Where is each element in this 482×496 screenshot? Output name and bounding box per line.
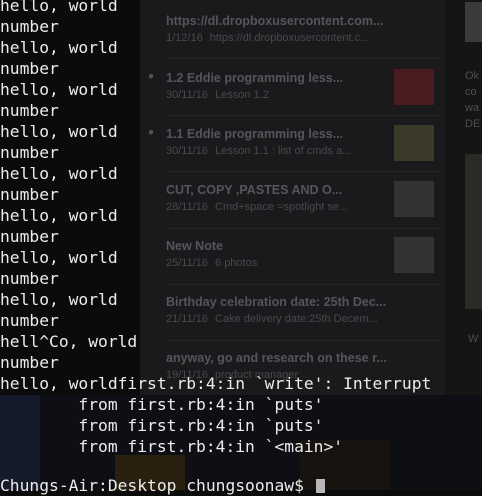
terminal-output-line: hello, world xyxy=(0,248,118,267)
terminal-output-line: hello, world xyxy=(0,206,118,225)
terminal-output-line: number xyxy=(0,269,59,288)
terminal-output-line: from first.rb:4:in `<main>' xyxy=(0,437,344,456)
terminal-output-line: hello, world xyxy=(0,290,118,309)
terminal-output-line: hello, world xyxy=(0,0,118,15)
terminal-output-line: hello, world xyxy=(0,38,118,57)
terminal-output-line: hello, worldfirst.rb:4:in `write': Inter… xyxy=(0,374,432,393)
terminal-output-line: hell^Co, world xyxy=(0,332,138,351)
terminal-output-line: from first.rb:4:in `puts' xyxy=(0,395,324,414)
terminal-prompt-line[interactable]: Chungs-Air:Desktop chungsoonaw$ xyxy=(0,475,325,496)
terminal-output-line: number xyxy=(0,227,59,246)
shell-prompt: Chungs-Air:Desktop chungsoonaw$ xyxy=(0,476,314,495)
terminal-output-line: number xyxy=(0,59,59,78)
text-cursor xyxy=(315,479,325,493)
terminal-output-line: number xyxy=(0,143,59,162)
terminal-output-line: number xyxy=(0,101,59,120)
terminal-output-line: hello, world xyxy=(0,122,118,141)
terminal-window[interactable]: hello, world number hello, world number … xyxy=(0,0,482,495)
terminal-output-line: hello, world xyxy=(0,80,118,99)
terminal-output-line: hello, world xyxy=(0,164,118,183)
terminal-output-line: number xyxy=(0,311,59,330)
terminal-output-line: number xyxy=(0,353,59,372)
terminal-output-line: from first.rb:4:in `puts' xyxy=(0,416,324,435)
terminal-output-line: number xyxy=(0,17,59,36)
terminal-output-line: number xyxy=(0,185,59,204)
